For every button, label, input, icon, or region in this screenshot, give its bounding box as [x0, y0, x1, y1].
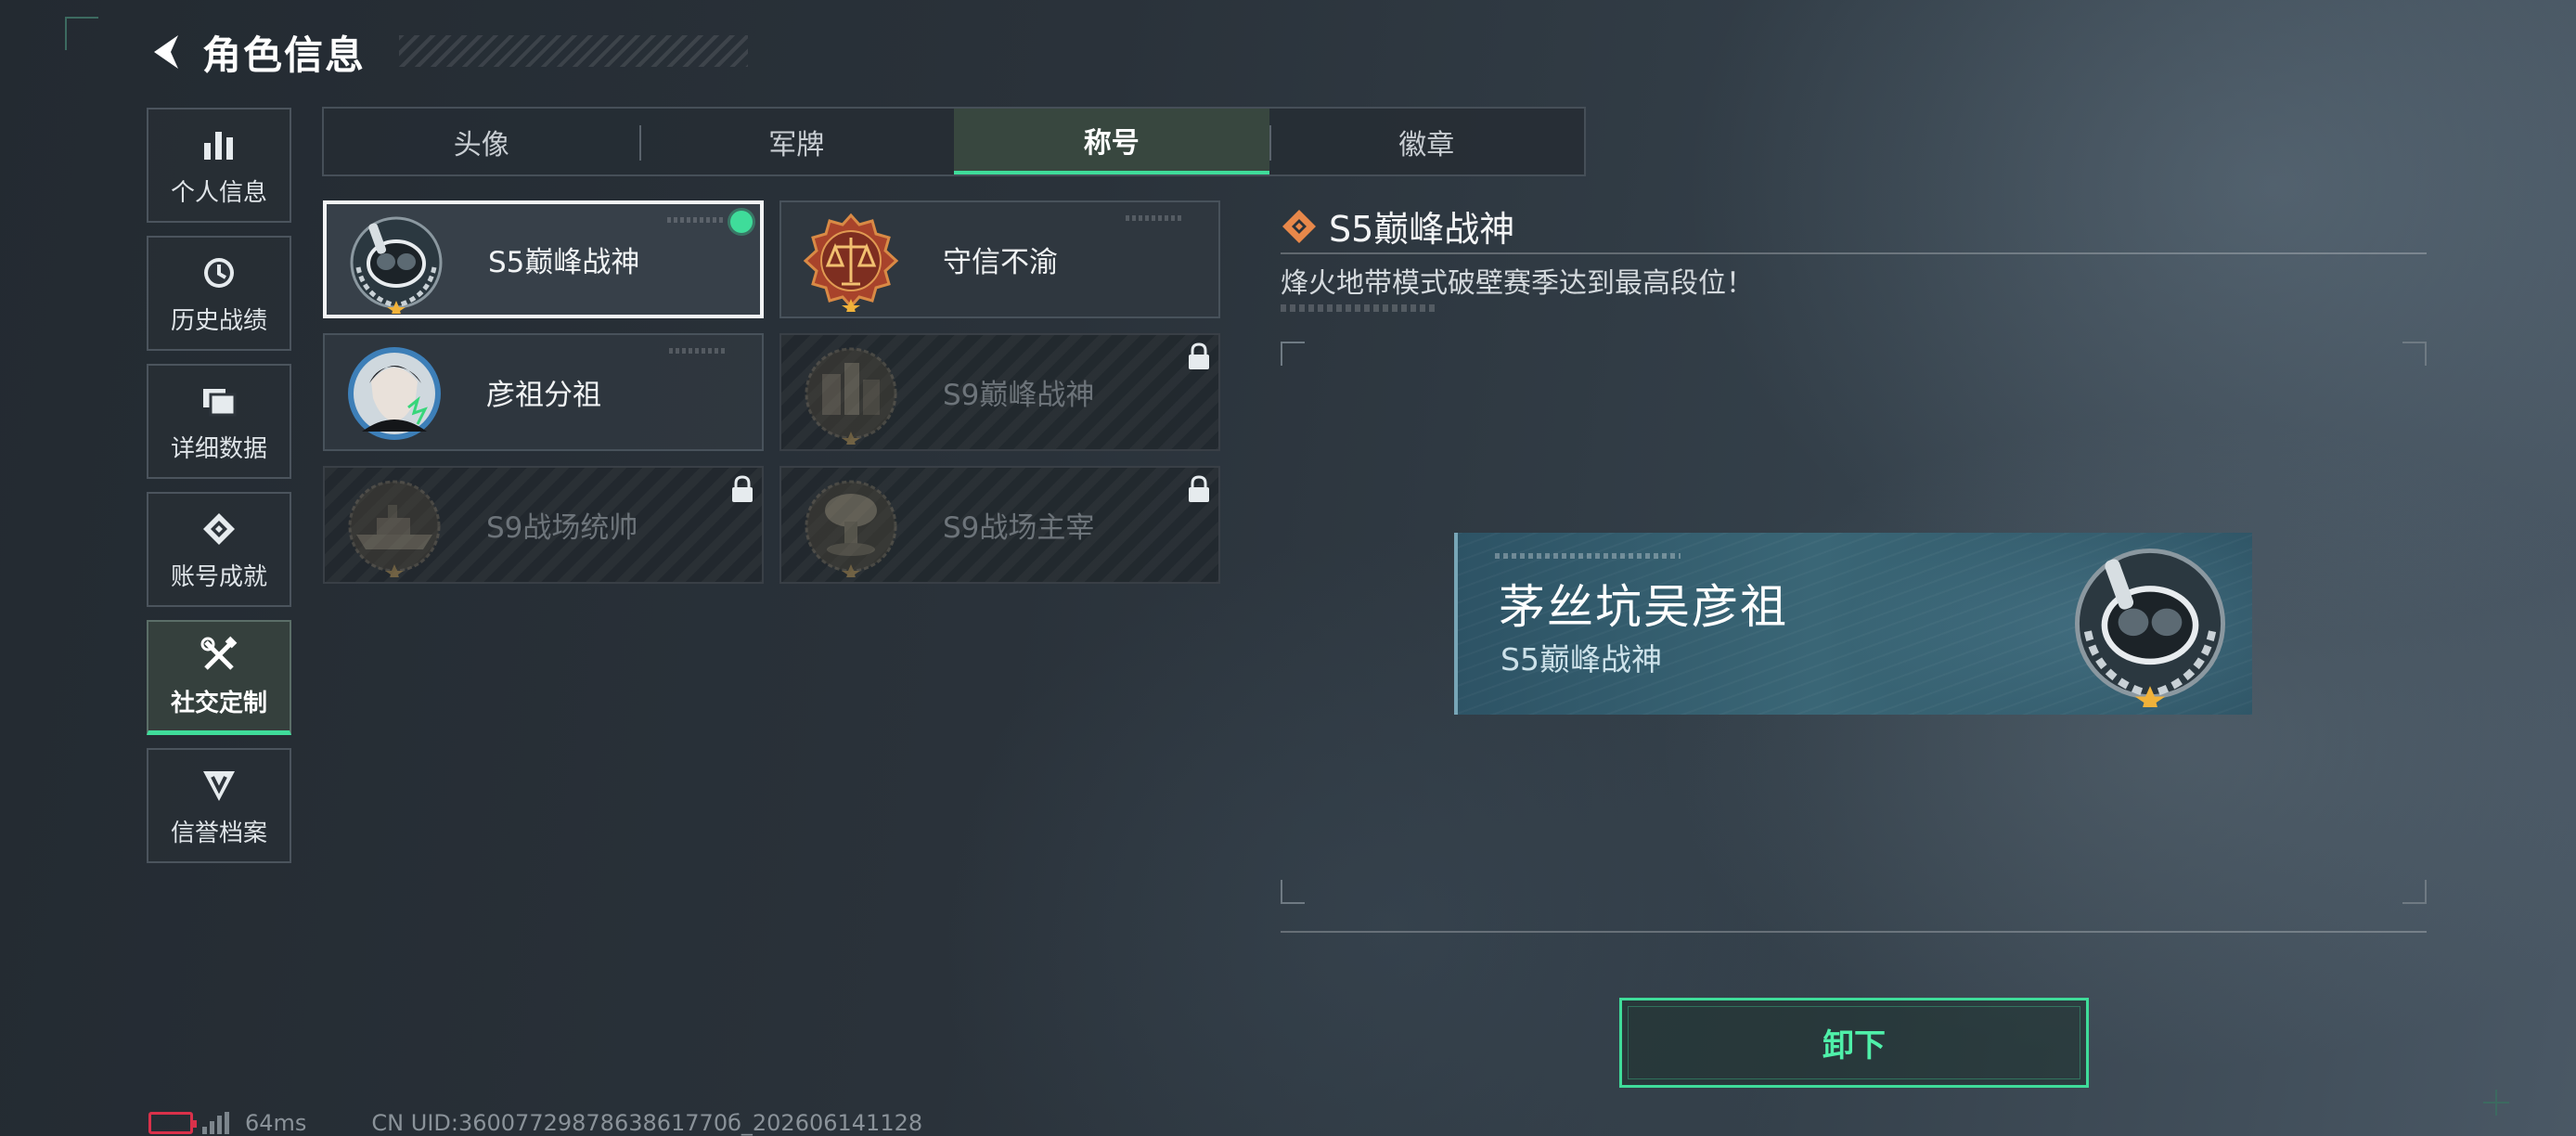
preview-decoration [1495, 553, 1681, 559]
diving-mask-emblem-icon [2067, 540, 2234, 714]
preview-player-name: 茅丝坑吴彦祖 [1499, 580, 1788, 634]
title-card-name: 彦祖分祖 [486, 379, 601, 412]
preview-frame-corner [1281, 880, 1305, 904]
title-card-s9-battlefield-ruler[interactable]: S9战场主宰 [779, 466, 1220, 584]
detail-decoration [1281, 304, 1438, 312]
lock-icon [1187, 342, 1211, 370]
tab-avatar[interactable]: 头像 [324, 109, 639, 174]
sidebar-item-label: 账号成就 [170, 562, 267, 591]
title-card-s9-peak-god[interactable]: S9巅峰战神 [779, 333, 1220, 451]
sidebar-item-credit-record[interactable]: 信誉档案 [147, 748, 291, 863]
page-header: 角色信息 [148, 20, 748, 84]
sidebar-item-label: 历史战绩 [170, 306, 267, 335]
frame-corner-bottom-right [2479, 1086, 2513, 1119]
detail-description: 烽火地带模式破壁赛季达到最高段位！ [1281, 267, 1754, 300]
warship-emblem-icon [343, 475, 445, 581]
preview-title: S5巅峰战神 [1501, 641, 1662, 678]
status-bar: 64ms CN UID:3600772987863861770б_2026061… [148, 1110, 922, 1136]
title-card-s5-peak-god[interactable]: S5巅峰战神 [323, 200, 764, 318]
user-uid: CN UID:3600772987863861770б_202606141128 [371, 1110, 923, 1136]
tab-badge[interactable]: 徽章 [1269, 109, 1585, 174]
bar-chart-icon [198, 123, 240, 166]
category-tabs: 头像 军牌 称号 徽章 [322, 107, 1586, 176]
title-card-name: S9战场主宰 [943, 511, 1095, 545]
nameplate-preview: 茅丝坑吴彦祖 S5巅峰战神 [1454, 533, 2252, 715]
card-decoration [667, 217, 723, 223]
equipped-indicator-icon [730, 211, 753, 233]
card-decoration [1126, 215, 1181, 221]
justice-scale-emblem-icon [800, 210, 902, 316]
detail-bottom-divider [1281, 931, 2427, 933]
tab-dog-tag[interactable]: 军牌 [638, 109, 955, 174]
lock-icon [1187, 475, 1211, 503]
portrait-emblem-icon [343, 342, 445, 445]
card-decoration [669, 348, 725, 354]
diving-mask-emblem-icon [345, 212, 447, 315]
sidebar-item-social-customization[interactable]: 社交定制 [147, 620, 291, 735]
title-card-name: 守信不渝 [943, 246, 1058, 279]
sidebar-item-label: 社交定制 [170, 690, 267, 717]
credit-shield-icon [198, 764, 240, 807]
sidebar-item-detailed-data[interactable]: 详细数据 [147, 364, 291, 479]
title-card-s9-battlefield-commander[interactable]: S9战场统帅 [323, 466, 764, 584]
sidebar-item-label: 个人信息 [170, 178, 267, 207]
sidebar-item-achievements[interactable]: 账号成就 [147, 492, 291, 607]
page-title: 角色信息 [202, 32, 367, 78]
achievement-icon [198, 508, 240, 550]
title-card-name: S9战场统帅 [486, 511, 638, 545]
back-arrow-icon[interactable] [148, 32, 189, 72]
sidebar-item-label: 详细数据 [170, 434, 267, 463]
signal-icon [202, 1112, 232, 1134]
sidebar-item-label: 信誉档案 [170, 819, 267, 847]
detail-header: S5巅峰战神 [1281, 200, 1514, 252]
lock-icon [730, 475, 754, 503]
orange-diamond-icon [1281, 208, 1318, 245]
title-card-keep-promise[interactable]: 守信不渝 [779, 200, 1220, 318]
fortress-emblem-icon [800, 342, 902, 448]
sidebar-item-personal-info[interactable]: 个人信息 [147, 108, 291, 223]
tab-title[interactable]: 称号 [954, 109, 1269, 174]
sidebar-item-history[interactable]: 历史战绩 [147, 236, 291, 351]
frame-corner-top-left [65, 17, 98, 50]
title-card-yanzu-branch[interactable]: 彦祖分祖 [323, 333, 764, 451]
title-card-name: S9巅峰战神 [943, 379, 1095, 412]
folder-icon [198, 380, 240, 422]
sidebar: 个人信息 历史战绩 详细数据 账号成就 社交定制 信誉档案 [147, 108, 291, 876]
ping-value: 64ms [245, 1110, 307, 1136]
battery-icon [148, 1112, 197, 1134]
unequip-button[interactable]: 卸下 [1619, 998, 2089, 1088]
tools-icon [198, 634, 240, 677]
detail-title: S5巅峰战神 [1329, 209, 1515, 250]
detail-divider [1281, 252, 2427, 254]
preview-frame-corner [1281, 342, 1305, 366]
preview-frame-corner [2402, 880, 2427, 904]
title-card-name: S5巅峰战神 [488, 246, 640, 279]
title-decoration [399, 35, 748, 67]
preview-frame-corner [2402, 342, 2427, 366]
history-clock-icon [198, 252, 240, 294]
mushroom-cloud-emblem-icon [800, 475, 902, 581]
